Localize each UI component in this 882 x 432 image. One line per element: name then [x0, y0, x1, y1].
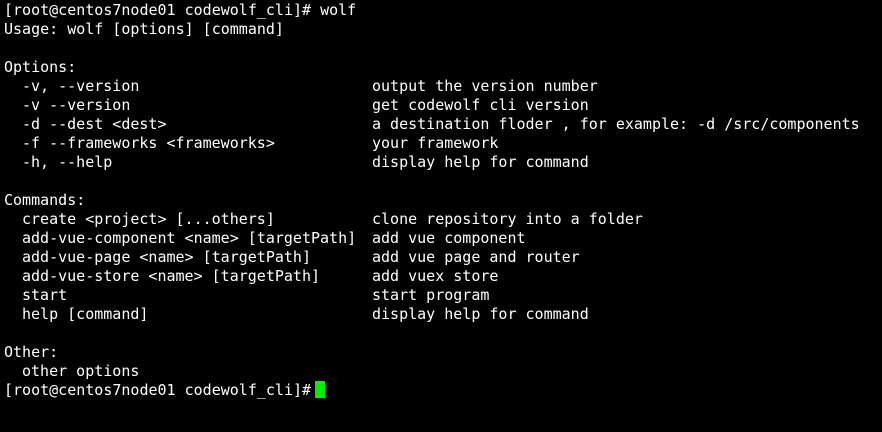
command-description: display help for command: [372, 305, 589, 323]
option-flag: -f --frameworks <frameworks>: [22, 134, 275, 152]
command-description: clone repository into a folder: [372, 210, 643, 228]
command-description: add vue component: [372, 229, 526, 247]
option-row-frameworks: -f --frameworks <frameworks> your framewo…: [4, 134, 882, 153]
other-heading: Other:: [4, 343, 59, 361]
command-name: add-vue-store <name> [targetPath]: [22, 267, 321, 285]
option-row-version: -v, --version output the version number: [4, 77, 882, 96]
other-item: other options: [22, 362, 140, 380]
option-flag: -h, --help: [22, 153, 113, 171]
command-description: add vue page and router: [372, 248, 580, 266]
command-name: create <project> [...others]: [22, 210, 275, 228]
command-row-add-vue-store: add-vue-store <name> [targetPath] add vue…: [4, 267, 882, 286]
command-row-create: create <project> [...others] clone reposi…: [4, 210, 882, 229]
option-flag: -v --version: [22, 96, 131, 114]
command-name: add-vue-component <name> [targetPath]: [22, 229, 357, 247]
option-description: a destination floder , for example: -d /…: [372, 115, 860, 133]
option-row-help: -h, --help display help for command: [4, 153, 882, 172]
option-row-version-alt: -v --version get codewolf cli version: [4, 96, 882, 115]
active-prompt-line[interactable]: [root@centos7node01 codewolf_cli]#: [4, 381, 882, 400]
command-name: add-vue-page <name> [targetPath]: [22, 248, 311, 266]
option-row-dest: -d --dest <dest> a destination floder , f…: [4, 115, 882, 134]
command-name: start: [22, 286, 68, 304]
command-row-start: start start program: [4, 286, 882, 305]
option-flag: -d --dest <dest>: [22, 115, 167, 133]
command-row-add-vue-page: add-vue-page <name> [targetPath] add vue …: [4, 248, 882, 267]
cursor-block[interactable]: [315, 381, 326, 398]
command-description: start program: [372, 286, 490, 304]
command-row-add-vue-component: add-vue-component <name> [targetPath] add…: [4, 229, 882, 248]
command-name: help [command]: [22, 305, 149, 323]
typed-command: wolf: [320, 1, 357, 19]
command-prompt-line: [root@centos7node01 codewolf_cli]# wolf: [4, 1, 882, 20]
shell-prompt: [root@centos7node01 codewolf_cli]#: [4, 381, 312, 399]
option-description: output the version number: [372, 77, 598, 95]
option-flag: -v, --version: [22, 77, 140, 95]
option-description: get codewolf cli version: [372, 96, 589, 114]
option-description: your framework: [372, 134, 499, 152]
option-description: display help for command: [372, 153, 589, 171]
usage-line: Usage: wolf [options] [command]: [4, 20, 284, 38]
shell-prompt: [root@centos7node01 codewolf_cli]#: [4, 1, 312, 19]
terminal-output[interactable]: [root@centos7node01 codewolf_cli]# wolf …: [4, 1, 882, 400]
command-description: add vuex store: [372, 267, 499, 285]
command-row-help: help [command] display help for command: [4, 305, 882, 324]
options-heading: Options:: [4, 58, 77, 76]
commands-heading: Commands:: [4, 191, 86, 209]
